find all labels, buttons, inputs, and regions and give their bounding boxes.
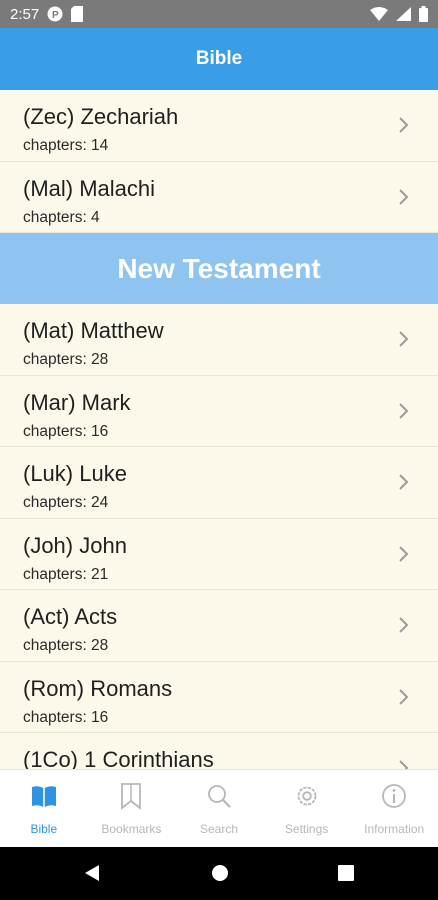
battery-icon xyxy=(419,6,428,22)
book-chapters: chapters: 16 xyxy=(23,422,109,440)
tab-bible[interactable]: Bible xyxy=(0,770,88,847)
svg-text:P: P xyxy=(52,10,59,21)
signal-icon xyxy=(396,7,411,21)
tab-label: Settings xyxy=(284,822,329,836)
book-open-icon xyxy=(31,786,56,807)
book-title: (Zec) Zechariah xyxy=(23,104,179,129)
chevron-right-icon xyxy=(399,545,409,562)
book-row-mark[interactable]: (Mar) Mark chapters: 16 xyxy=(0,375,438,447)
book-chapters: chapters: 16 xyxy=(23,708,109,726)
book-row-1-corinthians[interactable]: (1Co) 1 Corinthians xyxy=(0,733,438,769)
chevron-right-icon xyxy=(399,760,409,769)
book-title: (Luk) Luke xyxy=(23,461,127,486)
chevron-right-icon xyxy=(399,617,409,633)
bookmark-icon xyxy=(121,783,142,810)
search-icon xyxy=(208,785,231,808)
recents-icon[interactable] xyxy=(336,863,356,883)
status-bar: 2:57 P xyxy=(0,0,438,28)
book-title: (Joh) John xyxy=(23,532,127,558)
book-chapters: chapters: 21 xyxy=(23,565,109,583)
tab-information[interactable]: Information xyxy=(350,770,438,847)
tab-label: Information xyxy=(364,822,425,836)
book-title: (Rom) Romans xyxy=(23,675,173,701)
book-row-matthew[interactable]: (Mat) Matthew chapters: 28 xyxy=(0,304,438,376)
section-title: New Testament xyxy=(117,252,321,284)
screen: 2:57 P Bible (Zec) Zechariah chapters: 1… xyxy=(0,0,438,900)
tab-bar: Bible Bookmarks Search Settings Informat… xyxy=(0,769,438,847)
tab-label: Bookmarks xyxy=(101,822,162,836)
book-title: (Act) Acts xyxy=(23,604,118,629)
tab-label: Search xyxy=(199,822,238,836)
book-list[interactable]: (Zec) Zechariah chapters: 14 (Mal) Malac… xyxy=(0,90,438,769)
home-icon[interactable] xyxy=(210,863,230,883)
book-chapters: chapters: 4 xyxy=(23,208,100,226)
book-chapters: chapters: 28 xyxy=(23,351,109,368)
app-header: Bible xyxy=(0,28,438,90)
book-row-luke[interactable]: (Luk) Luke chapters: 24 xyxy=(0,447,438,519)
status-time: 2:57 xyxy=(10,5,40,23)
system-nav-bar xyxy=(0,847,438,900)
book-row-malachi[interactable]: (Mal) Malachi chapters: 4 xyxy=(0,161,438,233)
page-title: Bible xyxy=(195,48,243,69)
chevron-right-icon xyxy=(399,117,409,133)
book-row-romans[interactable]: (Rom) Romans chapters: 16 xyxy=(0,661,438,733)
gear-icon xyxy=(297,786,316,806)
info-icon xyxy=(382,784,407,808)
book-title: (1Co) 1 Corinthians xyxy=(23,747,214,769)
chevron-right-icon xyxy=(399,402,409,419)
chevron-right-icon xyxy=(399,331,409,347)
book-title: (Mal) Malachi xyxy=(23,175,156,201)
tab-bookmarks[interactable]: Bookmarks xyxy=(88,770,176,847)
book-chapters: chapters: 14 xyxy=(23,137,109,154)
chevron-right-icon xyxy=(399,688,409,705)
book-chapters: chapters: 24 xyxy=(23,494,109,511)
back-icon[interactable] xyxy=(82,863,102,883)
wifi-icon xyxy=(370,7,388,21)
section-header-new-testament: New Testament xyxy=(0,233,438,304)
book-row-zechariah[interactable]: (Zec) Zechariah chapters: 14 xyxy=(0,90,438,162)
book-chapters: chapters: 28 xyxy=(23,637,109,654)
book-row-john[interactable]: (Joh) John chapters: 21 xyxy=(0,518,438,590)
chevron-right-icon xyxy=(399,474,409,490)
book-title: (Mat) Matthew xyxy=(23,318,164,343)
tab-settings[interactable]: Settings xyxy=(263,770,351,847)
book-row-acts[interactable]: (Act) Acts chapters: 28 xyxy=(0,590,438,662)
tab-label: Bible xyxy=(30,822,58,836)
tab-search[interactable]: Search xyxy=(175,770,263,847)
notification-p-icon: P xyxy=(47,6,63,22)
chevron-right-icon xyxy=(399,188,409,205)
book-title: (Mar) Mark xyxy=(23,389,131,415)
sd-card-icon xyxy=(71,6,84,22)
